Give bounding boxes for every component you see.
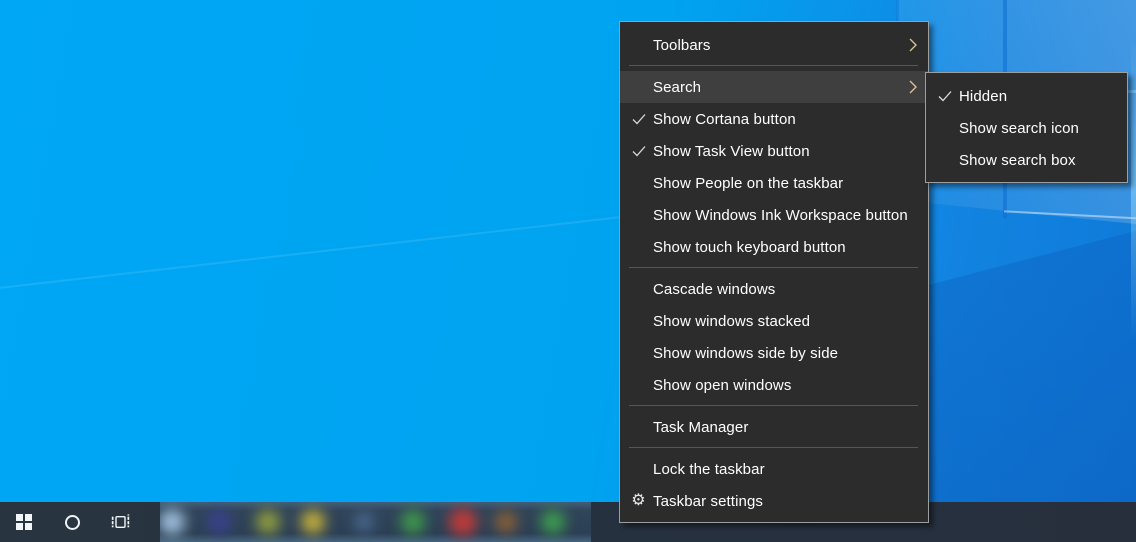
start-button[interactable] — [0, 502, 48, 542]
wallpaper-edge-glow — [1131, 40, 1136, 340]
blurred-app-icon[interactable] — [449, 508, 477, 536]
windows-desktop: Toolbars Search Show Cortana button Show… — [0, 0, 1136, 542]
menu-item-toolbars[interactable]: Toolbars — [620, 29, 928, 61]
cortana-button[interactable] — [48, 502, 96, 542]
menu-item-show-touch-keyboard[interactable]: Show touch keyboard button — [620, 231, 928, 263]
taskbar[interactable] — [0, 502, 1136, 542]
blurred-app-icon[interactable] — [354, 512, 374, 532]
menu-separator — [629, 405, 918, 406]
menu-item-show-open-windows[interactable]: Show open windows — [620, 369, 928, 401]
blurred-app-icon[interactable] — [207, 510, 231, 534]
menu-item-show-people[interactable]: Show People on the taskbar — [620, 167, 928, 199]
taskbar-context-menu: Toolbars Search Show Cortana button Show… — [619, 21, 929, 523]
menu-separator — [629, 447, 918, 448]
windows-logo-icon — [16, 514, 32, 530]
blurred-app-icon[interactable] — [541, 510, 565, 534]
chevron-right-icon — [909, 38, 917, 52]
menu-item-task-manager[interactable]: Task Manager — [620, 411, 928, 443]
cortana-circle-icon — [65, 515, 80, 530]
search-submenu: Hidden Show search icon Show search box — [925, 72, 1128, 183]
task-view-icon — [111, 514, 130, 530]
checkmark-icon — [936, 88, 953, 105]
menu-item-taskbar-settings[interactable]: ⚙ Taskbar settings — [620, 485, 928, 517]
menu-item-cascade-windows[interactable]: Cascade windows — [620, 273, 928, 305]
blurred-app-icon[interactable] — [256, 510, 280, 534]
menu-item-show-windows-side-by-side[interactable]: Show windows side by side — [620, 337, 928, 369]
wallpaper-light-ray — [0, 216, 626, 290]
menu-item-show-windows-stacked[interactable]: Show windows stacked — [620, 305, 928, 337]
menu-item-show-task-view-button[interactable]: Show Task View button — [620, 135, 928, 167]
menu-item-lock-the-taskbar[interactable]: Lock the taskbar — [620, 453, 928, 485]
menu-item-search[interactable]: Search — [620, 71, 928, 103]
gear-icon: ⚙ — [630, 493, 647, 510]
submenu-item-show-search-box[interactable]: Show search box — [926, 144, 1127, 176]
menu-item-show-cortana-button[interactable]: Show Cortana button — [620, 103, 928, 135]
checkmark-icon — [630, 111, 647, 128]
submenu-item-hidden[interactable]: Hidden — [926, 80, 1127, 112]
checkmark-icon — [630, 143, 647, 160]
menu-item-show-windows-ink[interactable]: Show Windows Ink Workspace button — [620, 199, 928, 231]
blurred-app-icon[interactable] — [401, 510, 425, 534]
blurred-app-icon[interactable] — [301, 510, 325, 534]
blurred-app-icon[interactable] — [495, 511, 517, 533]
task-view-button[interactable] — [96, 502, 144, 542]
chevron-right-icon — [909, 80, 917, 94]
blurred-app-icon[interactable] — [160, 509, 185, 535]
pinned-apps-blurred-area[interactable] — [160, 502, 591, 542]
menu-separator — [629, 65, 918, 66]
submenu-item-show-search-icon[interactable]: Show search icon — [926, 112, 1127, 144]
menu-separator — [629, 267, 918, 268]
